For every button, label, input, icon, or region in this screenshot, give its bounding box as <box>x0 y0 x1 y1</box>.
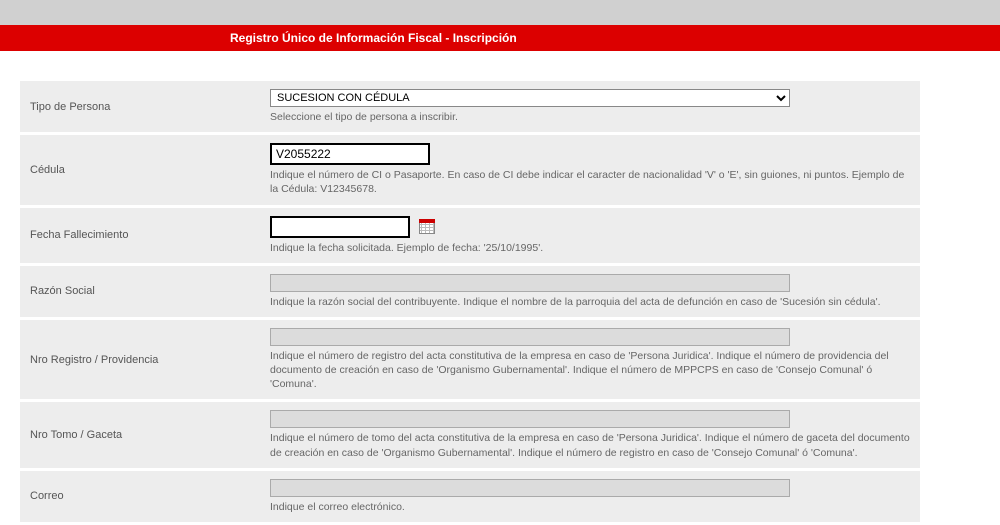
label-nro-tomo: Nro Tomo / Gaceta <box>20 401 260 469</box>
row-nro-tomo: Nro Tomo / Gaceta Indique el número de t… <box>20 401 920 469</box>
label-fecha-fallecimiento: Fecha Fallecimiento <box>20 206 260 264</box>
row-nro-registro: Nro Registro / Providencia Indique el nú… <box>20 318 920 401</box>
hint-razon-social: Indique la razón social del contribuyent… <box>270 295 910 309</box>
row-razon-social: Razón Social Indique la razón social del… <box>20 264 920 318</box>
row-cedula: Cédula Indique el número de CI o Pasapor… <box>20 134 920 206</box>
label-nro-registro: Nro Registro / Providencia <box>20 318 260 401</box>
hint-fecha-fallecimiento: Indique la fecha solicitada. Ejemplo de … <box>270 241 910 255</box>
row-correo: Correo Indique el correo electrónico. <box>20 469 920 523</box>
calendar-icon[interactable] <box>419 219 435 234</box>
nro-registro-input <box>270 328 790 346</box>
label-razon-social: Razón Social <box>20 264 260 318</box>
label-tipo-persona: Tipo de Persona <box>20 81 260 134</box>
razon-social-input <box>270 274 790 292</box>
hint-cedula: Indique el número de CI o Pasaporte. En … <box>270 168 910 196</box>
nro-tomo-input <box>270 410 790 428</box>
correo-input <box>270 479 790 497</box>
hint-nro-tomo: Indique el número de tomo del acta const… <box>270 431 910 459</box>
page-title: Registro Único de Información Fiscal - I… <box>0 25 1000 51</box>
registration-form: Tipo de Persona SUCESION CON CÉDULA Sele… <box>20 81 920 525</box>
row-tipo-persona: Tipo de Persona SUCESION CON CÉDULA Sele… <box>20 81 920 134</box>
label-correo: Correo <box>20 469 260 523</box>
tipo-persona-select[interactable]: SUCESION CON CÉDULA <box>270 89 790 107</box>
hint-correo: Indique el correo electrónico. <box>270 500 910 514</box>
top-spacer <box>0 0 1000 25</box>
row-fecha-fallecimiento: Fecha Fallecimiento Indique la fecha sol… <box>20 206 920 264</box>
fecha-fallecimiento-input[interactable] <box>270 216 410 238</box>
cedula-input[interactable] <box>270 143 430 165</box>
hint-nro-registro: Indique el número de registro del acta c… <box>270 349 910 392</box>
label-cedula: Cédula <box>20 134 260 206</box>
hint-tipo-persona: Seleccione el tipo de persona a inscribi… <box>270 110 910 124</box>
